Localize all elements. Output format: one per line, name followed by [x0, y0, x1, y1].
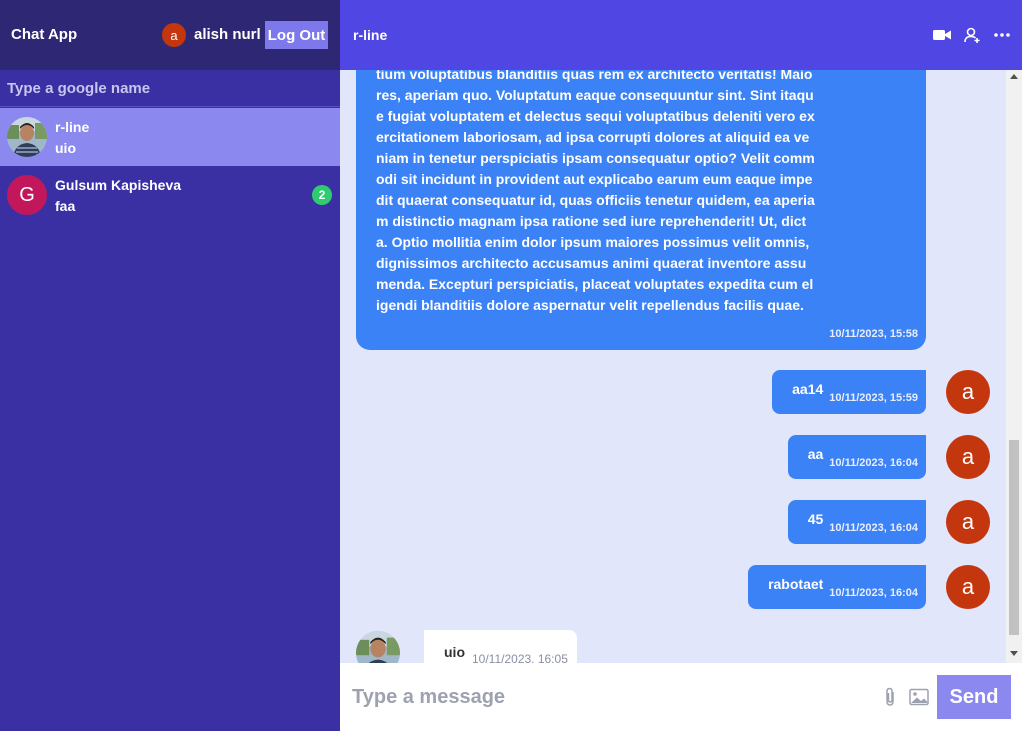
message-text: uio	[444, 644, 465, 660]
message-bubble-outgoing: aa 10/11/2023, 16:04	[787, 435, 926, 479]
message-timestamp: 10/11/2023, 16:04	[829, 522, 918, 534]
contact-search-input[interactable]	[0, 70, 340, 107]
image-icon[interactable]	[909, 688, 929, 706]
message-bubble-outgoing: tium voluptatibus blanditiis quas rem ex…	[356, 70, 926, 350]
message-bubble-outgoing: 45 10/11/2023, 16:04	[787, 500, 926, 544]
message-bubble-outgoing: aa14 10/11/2023, 15:59	[772, 370, 926, 414]
logout-button[interactable]: Log Out	[265, 21, 328, 49]
contact-avatar-photo	[356, 631, 400, 663]
message-list[interactable]: tium voluptatibus blanditiis quas rem ex…	[340, 70, 1006, 663]
message-scrollbar[interactable]	[1006, 70, 1022, 663]
chat-header: r-line	[340, 0, 1022, 70]
sidebar: Chat App a alish nurl Log Out r-line uio…	[0, 0, 340, 731]
contact-last-message: uio	[55, 140, 76, 156]
message-timestamp: 10/11/2023, 16:05	[472, 652, 568, 663]
message-bubble-outgoing: rabotaet 10/11/2023, 16:04	[748, 565, 926, 609]
video-icon[interactable]	[932, 26, 952, 44]
sender-avatar: a	[946, 565, 990, 609]
contact-item-gulsum-kapisheva[interactable]: G Gulsum Kapisheva faa 2	[0, 166, 340, 224]
message-text: aa	[807, 446, 824, 462]
message-timestamp: 10/11/2023, 16:04	[829, 457, 918, 469]
message-timestamp: 10/11/2023, 15:59	[829, 392, 918, 404]
message-text: rabotaet	[768, 576, 824, 592]
more-icon[interactable]	[992, 26, 1012, 44]
message-composer: Send	[340, 663, 1022, 731]
message-text: aa14	[792, 381, 824, 397]
paperclip-icon[interactable]	[881, 687, 899, 707]
add-user-icon[interactable]	[962, 26, 982, 44]
contact-last-message: faa	[55, 198, 76, 214]
contact-item-r-line[interactable]: r-line uio	[0, 108, 340, 166]
unread-count-badge: 2	[312, 185, 332, 205]
sender-avatar: a	[946, 500, 990, 544]
contact-name: r-line	[55, 119, 90, 135]
message-timestamp: 10/11/2023, 16:04	[829, 587, 918, 599]
chat-title: r-line	[353, 27, 388, 43]
sender-avatar: a	[946, 435, 990, 479]
message-text: 45	[807, 511, 824, 527]
send-button[interactable]: Send	[937, 675, 1011, 719]
message-input[interactable]	[340, 663, 870, 731]
sender-avatar: a	[946, 370, 990, 414]
scroll-down-arrow-icon[interactable]	[1010, 651, 1018, 656]
sidebar-header: Chat App a alish nurl Log Out	[0, 0, 340, 70]
chat-panel: r-line tium voluptatibus blanditiis quas…	[340, 0, 1022, 731]
scroll-up-arrow-icon[interactable]	[1010, 74, 1018, 79]
scrollbar-thumb[interactable]	[1009, 440, 1019, 635]
app-title: Chat App	[11, 26, 78, 43]
current-user-name: alish nurl	[194, 26, 261, 43]
contact-avatar-photo	[7, 117, 47, 157]
current-user-avatar: a	[162, 23, 186, 47]
contact-name: Gulsum Kapisheva	[55, 177, 182, 193]
message-timestamp: 10/11/2023, 15:58	[829, 328, 918, 340]
message-text: tium voluptatibus blanditiis quas rem ex…	[376, 70, 815, 313]
message-bubble-incoming: uio 10/11/2023, 16:05	[424, 630, 577, 663]
contact-avatar-letter: G	[7, 175, 47, 215]
